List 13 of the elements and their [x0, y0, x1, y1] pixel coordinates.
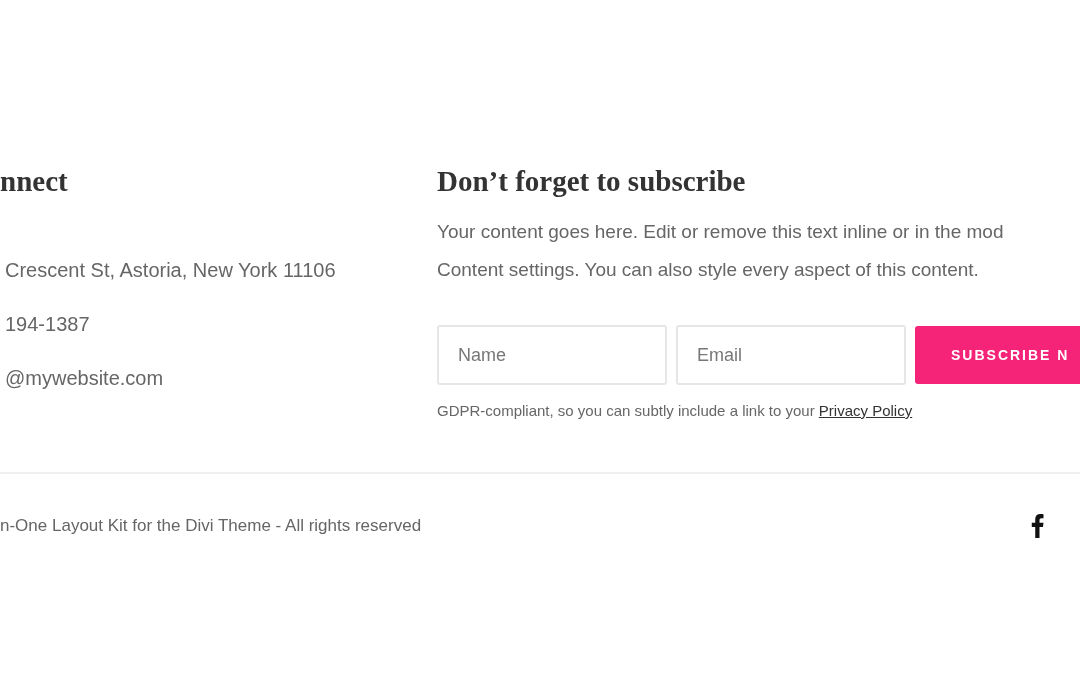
contact-info-text: Crescent St, Astoria, New York 11106	[5, 258, 336, 283]
contact-heading: nnect	[0, 164, 69, 199]
subscribe-description: Your content goes here. Edit or remove this text inline or in the mod Content settings. You can also style every aspect of this content.	[437, 220, 1005, 282]
facebook-icon[interactable]	[1031, 514, 1044, 538]
copyright-text: n-One Layout Kit for the Divi Theme - All rights reserved	[0, 515, 422, 537]
gdpr-note: GDPR-compliant, so you can subtly include a link to your Privacy Policy	[437, 401, 914, 421]
email-input-field[interactable]: Email	[676, 325, 906, 385]
subscribe-button[interactable]: SUBSCRIBE N	[915, 326, 1080, 384]
contact-info-text: 194-1387	[5, 312, 90, 337]
contact-info-text: @mywebsite.com	[5, 366, 164, 391]
privacy-policy-link[interactable]: Privacy Policy	[818, 402, 913, 419]
name-input-field[interactable]: Name	[437, 325, 667, 385]
subscribe-heading: Don’t forget to subscribe	[437, 164, 747, 199]
